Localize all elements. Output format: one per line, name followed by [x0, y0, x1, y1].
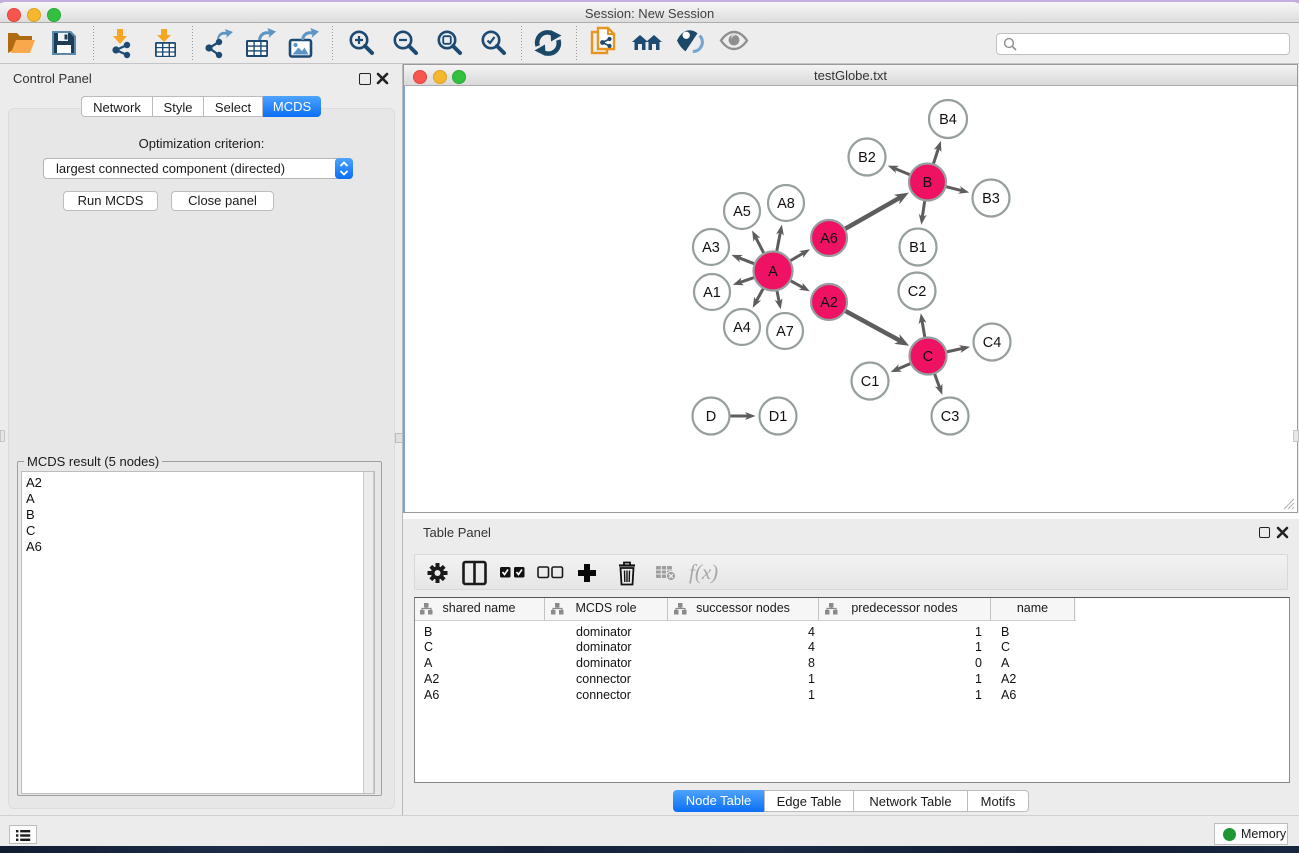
svg-text:D: D [706, 409, 716, 425]
svg-text:C3: C3 [941, 409, 960, 425]
svg-text:A7: A7 [776, 324, 794, 340]
svg-text:A2: A2 [820, 295, 838, 311]
svg-text:A6: A6 [820, 231, 838, 247]
svg-text:B4: B4 [939, 112, 957, 128]
svg-text:B: B [923, 175, 933, 191]
svg-text:A3: A3 [702, 240, 720, 256]
svg-text:A4: A4 [733, 320, 751, 336]
svg-text:B2: B2 [858, 150, 876, 166]
svg-text:C: C [923, 349, 933, 365]
svg-text:D1: D1 [769, 409, 788, 425]
svg-text:B3: B3 [982, 191, 1000, 207]
svg-text:A: A [768, 264, 778, 280]
svg-text:f(x): f(x) [689, 560, 718, 584]
svg-text:A1: A1 [703, 285, 721, 301]
svg-text:C2: C2 [908, 284, 927, 300]
svg-text:C4: C4 [983, 335, 1002, 351]
svg-text:C1: C1 [861, 374, 880, 390]
svg-text:A8: A8 [777, 196, 795, 212]
svg-text:A5: A5 [733, 204, 751, 220]
svg-text:B1: B1 [909, 240, 927, 256]
